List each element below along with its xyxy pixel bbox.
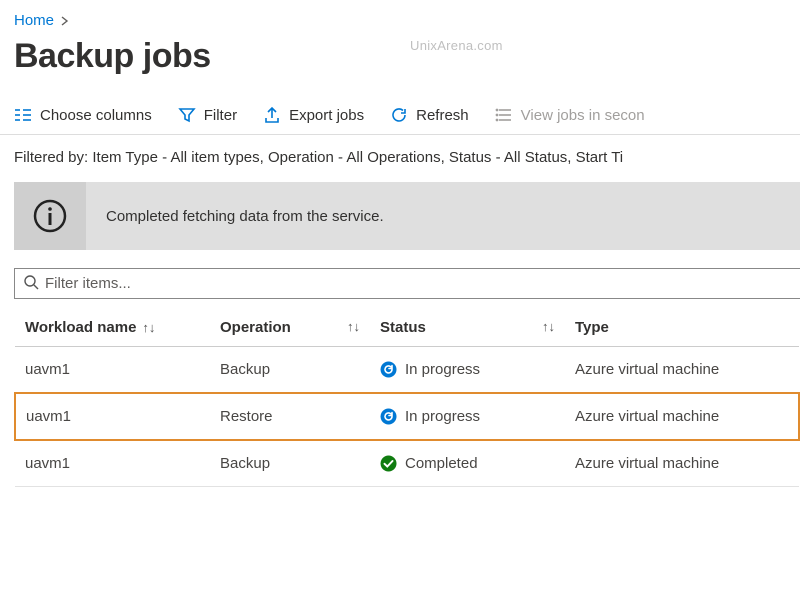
choose-columns-button[interactable]: Choose columns: [14, 106, 152, 124]
cell-workload: uavm1: [15, 393, 210, 440]
col-workload[interactable]: Workload name↑↓: [15, 307, 210, 347]
export-icon: [263, 106, 281, 124]
filter-summary: Filtered by: Item Type - All item types,…: [0, 135, 800, 182]
cell-status: In progress: [370, 393, 565, 440]
search-icon: [23, 274, 39, 293]
breadcrumb: Home: [0, 0, 800, 33]
col-type[interactable]: Type: [565, 307, 799, 347]
sort-icon: ↑↓: [347, 319, 360, 334]
cell-status: Completed: [370, 440, 565, 487]
table-row[interactable]: uavm1BackupCompletedAzure virtual machin…: [15, 440, 799, 487]
export-label: Export jobs: [289, 107, 364, 124]
table-row[interactable]: uavm1BackupIn progressAzure virtual mach…: [15, 347, 799, 394]
filter-label: Filter: [204, 107, 237, 124]
jobs-table: Workload name↑↓ Operation↑↓ Status↑↓ Typ…: [14, 307, 800, 487]
col-operation[interactable]: Operation↑↓: [210, 307, 370, 347]
search-input[interactable]: [45, 275, 792, 292]
columns-icon: [14, 106, 32, 124]
cell-operation: Backup: [210, 347, 370, 394]
cell-workload: uavm1: [15, 347, 210, 394]
cell-workload: uavm1: [15, 440, 210, 487]
list-icon: [495, 106, 513, 124]
col-status[interactable]: Status↑↓: [370, 307, 565, 347]
breadcrumb-home[interactable]: Home: [14, 12, 54, 29]
cell-type: Azure virtual machine: [565, 440, 799, 487]
cell-operation: Restore: [210, 393, 370, 440]
cell-type: Azure virtual machine: [565, 393, 799, 440]
search-box[interactable]: [14, 268, 800, 299]
refresh-icon: [390, 106, 408, 124]
info-icon: [14, 182, 86, 250]
watermark: UnixArena.com: [410, 38, 503, 53]
cell-status: In progress: [370, 347, 565, 394]
refresh-label: Refresh: [416, 107, 469, 124]
info-message: Completed fetching data from the service…: [106, 208, 384, 225]
success-icon: [380, 455, 397, 472]
page-title: Backup jobs: [0, 33, 800, 98]
cell-operation: Backup: [210, 440, 370, 487]
chevron-right-icon: [60, 13, 70, 29]
view-secondary-button: View jobs in secon: [495, 106, 645, 124]
filter-icon: [178, 106, 196, 124]
table-row[interactable]: uavm1RestoreIn progressAzure virtual mac…: [15, 393, 799, 440]
sort-icon: ↑↓: [542, 319, 555, 334]
sort-icon: ↑↓: [142, 320, 155, 335]
cell-type: Azure virtual machine: [565, 347, 799, 394]
choose-columns-label: Choose columns: [40, 107, 152, 124]
in-progress-icon: [380, 361, 397, 378]
export-button[interactable]: Export jobs: [263, 106, 364, 124]
toolbar: Choose columns Filter Export jobs Refres…: [0, 98, 800, 135]
info-bar: Completed fetching data from the service…: [14, 182, 800, 250]
filter-button[interactable]: Filter: [178, 106, 237, 124]
refresh-button[interactable]: Refresh: [390, 106, 469, 124]
in-progress-icon: [380, 408, 397, 425]
view-secondary-label: View jobs in secon: [521, 107, 645, 124]
